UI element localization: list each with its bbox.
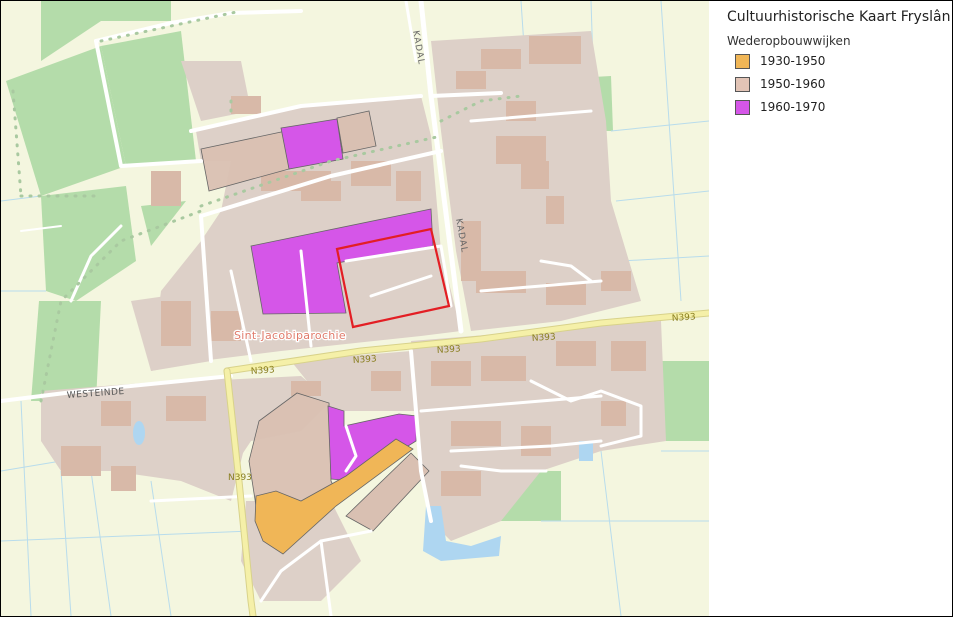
map-view[interactable]: KADAL KADAL WESTEINDE N393 N393 N393 N39… [1,1,709,616]
road-label-n393-south: N393 [228,473,252,483]
legend-swatch-1960-1970 [735,99,750,115]
road-label-n393-southwest: N393 [251,365,276,377]
legend-item-1960-1970: 1960-1970 [735,99,825,115]
road-label-n393-west: N393 [353,354,378,366]
legend-label: 1950-1960 [760,77,826,91]
legend-swatch-1930-1950 [735,53,750,69]
legend-panel: Cultuurhistorische Kaart Fryslân Wederop… [709,1,952,616]
road-label-n393-east: N393 [672,312,697,324]
road-label-n393-center: N393 [437,344,462,356]
legend-swatch-1950-1960 [735,76,750,92]
map-canvas[interactable]: KADAL KADAL WESTEINDE N393 N393 N393 N39… [1,1,709,616]
map-window: KADAL KADAL WESTEINDE N393 N393 N393 N39… [0,0,953,617]
road-label-n393-mid: N393 [532,332,557,344]
legend-item-1930-1950: 1930-1950 [735,53,825,69]
legend-label: 1960-1970 [760,100,826,114]
legend-layer-name: Wederopbouwwijken [727,34,851,48]
legend-label: 1930-1950 [760,54,826,68]
legend-title: Cultuurhistorische Kaart Fryslân [727,9,951,25]
legend-item-1950-1960: 1950-1960 [735,76,825,92]
district-1950-1960-north[interactable] [336,110,377,154]
place-label: Sint-Jacobiparochie [234,329,346,342]
